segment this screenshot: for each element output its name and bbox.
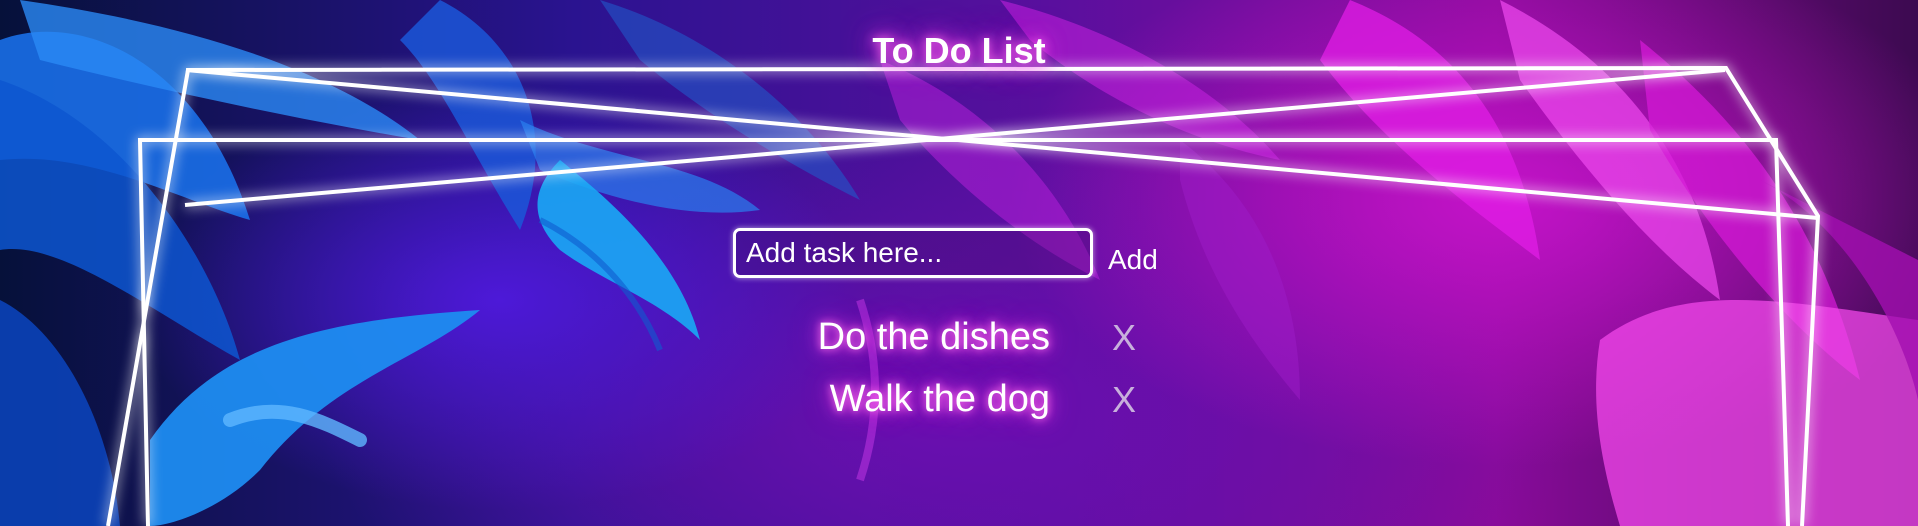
task-input[interactable] (733, 228, 1093, 278)
left-blue-leaves (0, 0, 860, 526)
task-list: Do the dishes X Walk the dog X (0, 316, 1918, 440)
app-title: To Do List (872, 30, 1046, 71)
neon-frame (106, 65, 1821, 526)
add-task-button[interactable]: Add (1108, 242, 1188, 278)
remove-task-button[interactable]: X (1104, 378, 1144, 422)
app-background: To Do List Add Do the dishes X Walk the … (0, 0, 1918, 526)
task-item: Do the dishes X (0, 316, 1918, 378)
task-text: Walk the dog (829, 378, 1050, 420)
task-item: Walk the dog X (0, 378, 1918, 440)
remove-task-button[interactable]: X (1104, 316, 1144, 360)
task-text: Do the dishes (817, 316, 1050, 358)
